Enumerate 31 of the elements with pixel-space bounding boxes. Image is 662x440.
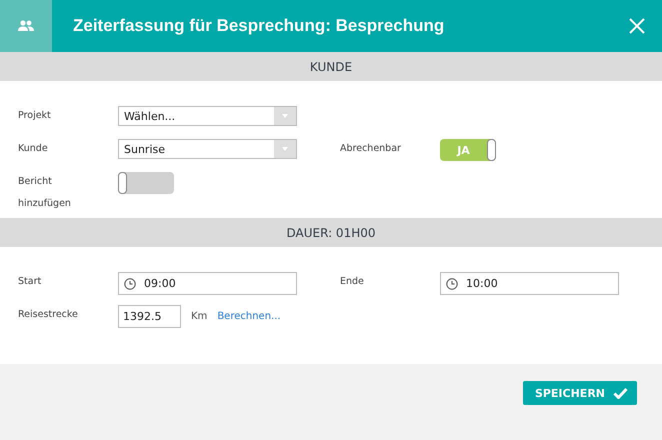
clock-icon (124, 278, 136, 290)
dropdown[interactable]: Wählen... (118, 106, 297, 126)
field-label: Bericht hinzufügen (18, 175, 72, 211)
field-label: Projekt (18, 109, 52, 123)
calculate-link[interactable]: Berechnen... (217, 311, 281, 322)
distance-field[interactable]: 1392.5 (118, 305, 181, 328)
toggle-knob (118, 172, 127, 194)
toggle-switch[interactable] (118, 172, 174, 194)
clock-icon (446, 278, 458, 290)
dialog-title: Zeiterfassung für Besprechung: Besprechung (73, 16, 446, 36)
dropdown-value: Sunrise (123, 142, 166, 156)
toggle-text: JA (456, 144, 471, 156)
section-title: DAUER: 01H00 (286, 226, 376, 240)
dropdown[interactable]: Sunrise (118, 139, 297, 159)
people-icon (18, 20, 34, 32)
toggle-knob (487, 139, 496, 161)
time-value: 10:00 (466, 277, 498, 290)
time-field[interactable]: 10:00 (440, 272, 619, 295)
field-label: Start (18, 275, 42, 289)
check-icon (613, 387, 628, 399)
close-button[interactable] (629, 18, 645, 34)
time-value: 09:00 (144, 277, 176, 290)
field-label: Ende (340, 275, 365, 289)
field-label: Abrechenbar (340, 142, 402, 156)
time-field[interactable]: 09:00 (118, 272, 297, 295)
dropdown-value: Wählen... (123, 110, 176, 122)
section-title: KUNDE (310, 60, 352, 74)
field-label: Reisestrecke (18, 308, 79, 322)
unit-label: Km (191, 311, 208, 322)
close-icon (629, 18, 645, 34)
field-label: Kunde (18, 142, 49, 156)
